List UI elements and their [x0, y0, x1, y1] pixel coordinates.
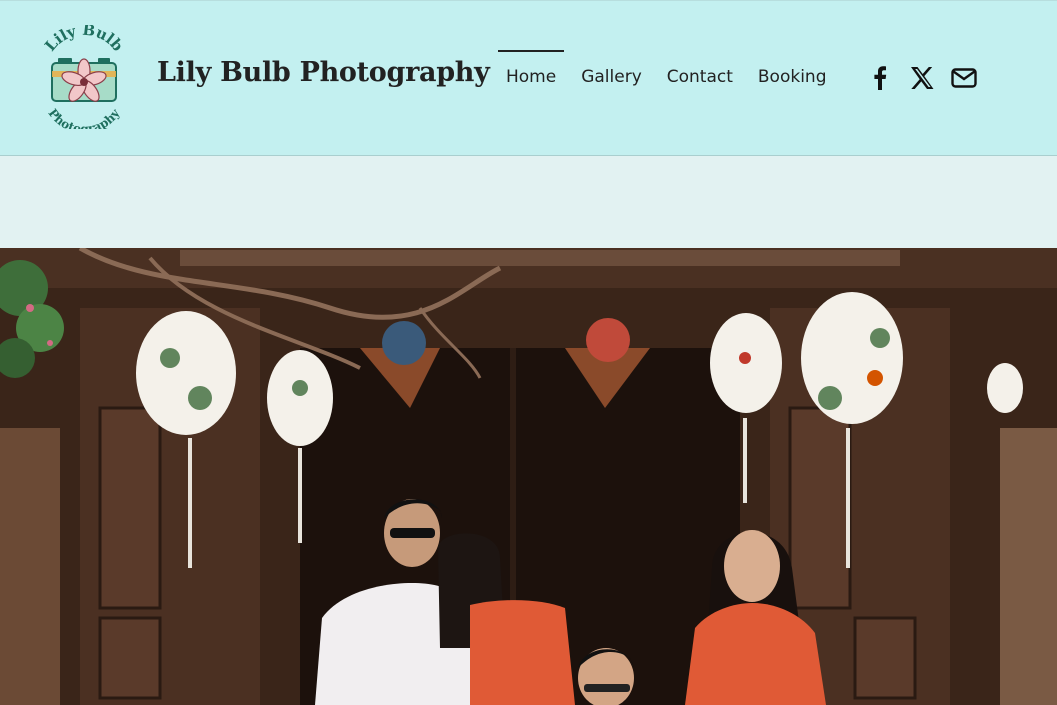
facebook-icon[interactable] [866, 64, 894, 92]
nav-gallery[interactable]: Gallery [573, 50, 650, 87]
x-twitter-icon[interactable] [908, 64, 936, 92]
hero-image [0, 248, 1057, 705]
header-spacer-band [0, 156, 1057, 248]
svg-text:Photography: Photography [46, 106, 124, 129]
social-links [866, 64, 992, 92]
main-nav: Home Gallery Contact Booking [498, 50, 844, 87]
svg-text:Lily Bulb: Lily Bulb [41, 25, 127, 55]
email-icon[interactable] [950, 64, 978, 92]
camera-flower-logo-icon: Lily Bulb Photography [41, 21, 127, 136]
nav-home[interactable]: Home [498, 50, 565, 87]
nav-contact[interactable]: Contact [659, 50, 741, 87]
site-logo[interactable]: Lily Bulb Photography [32, 21, 136, 136]
site-title[interactable]: Lily Bulb Photography [157, 57, 490, 88]
nav-booking[interactable]: Booking [750, 50, 835, 87]
logo-text-top: Lily Bulb [41, 21, 127, 55]
logo-text-bottom: Photography [46, 106, 124, 136]
family-photo-hero-icon [0, 248, 1057, 705]
site-header: Lily Bulb Photography Lily Bulb Photogra… [0, 0, 1057, 156]
